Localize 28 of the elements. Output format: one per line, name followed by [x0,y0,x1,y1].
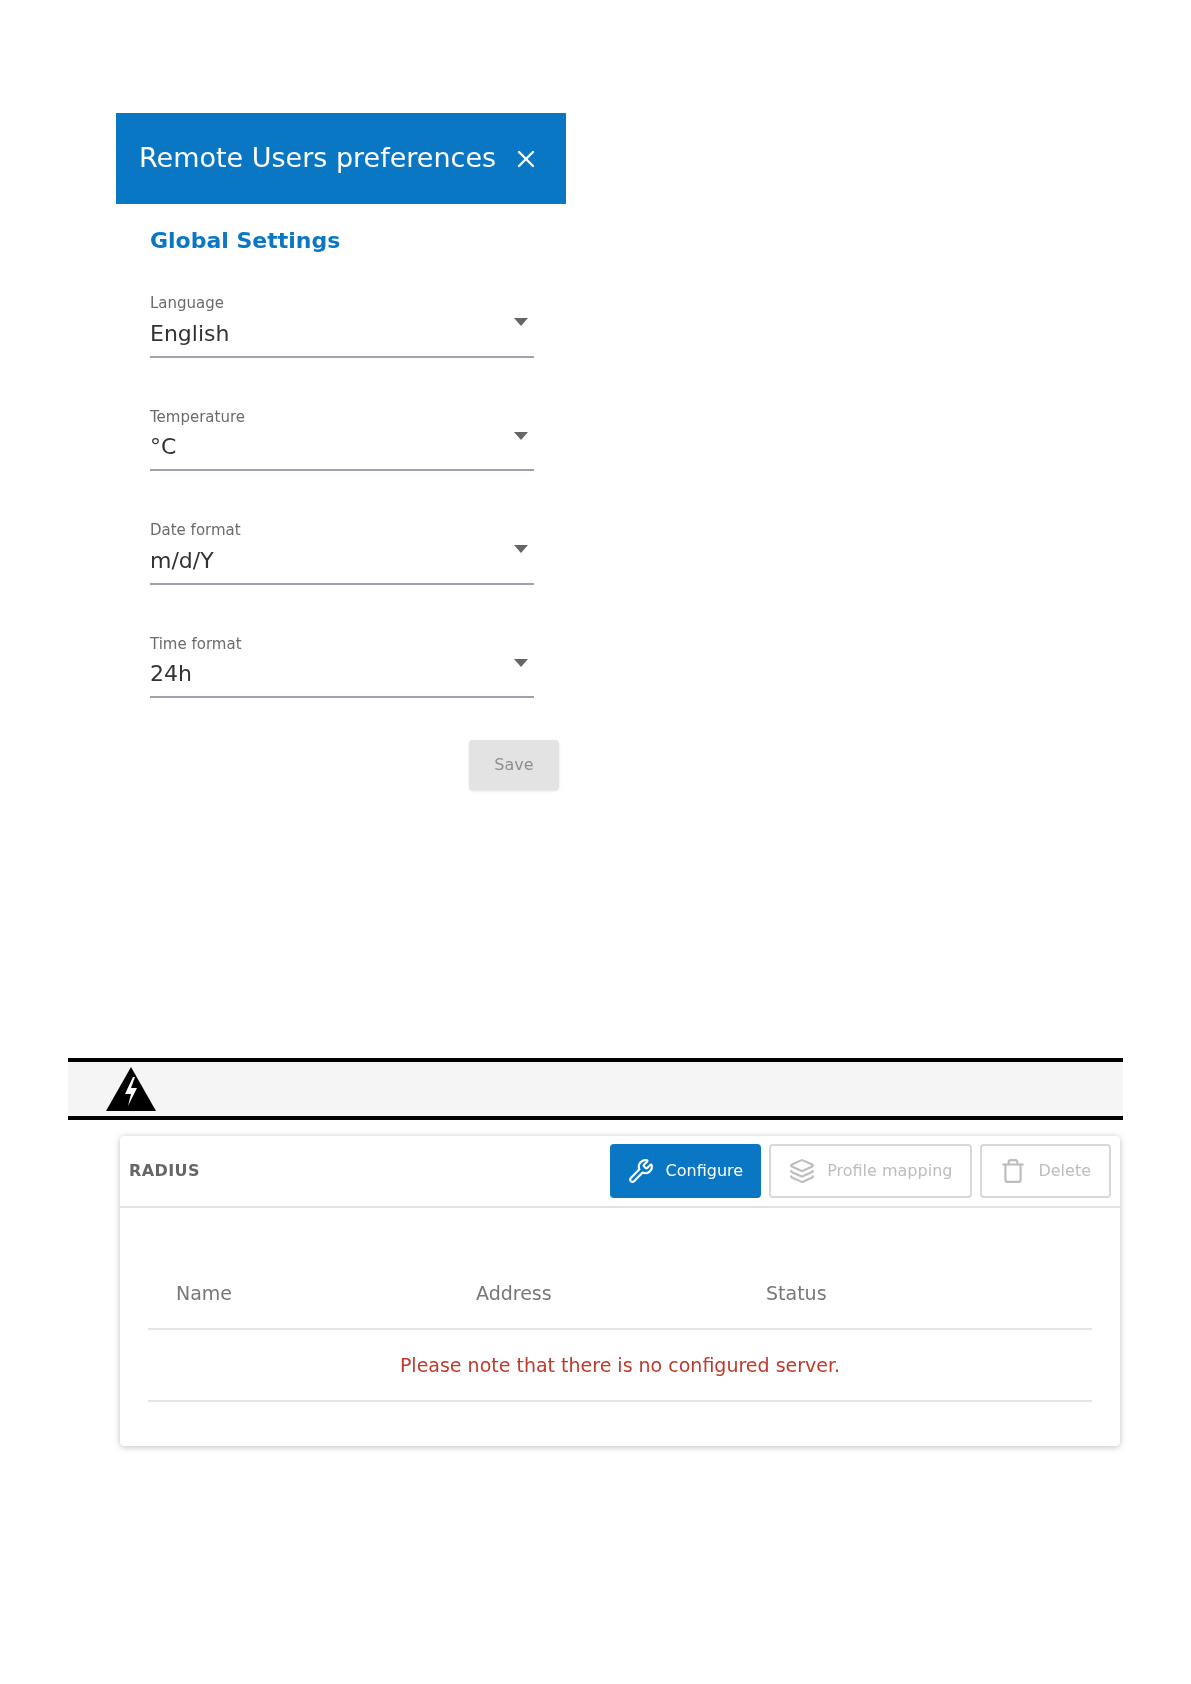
toolbar-button[interactable]: Configure [609,1144,762,1198]
select-field[interactable]: Language English [150,292,534,358]
column-header: Name [176,1280,234,1306]
trash-icon [1000,1158,1027,1184]
field-label: Date format [150,520,242,541]
field-label: Time format [150,633,243,655]
dropdown-caret-icon [514,318,528,326]
field-value: m/d/Y [150,547,214,573]
column-header: Status [766,1280,828,1306]
select-field[interactable]: Temperature °C [150,405,534,471]
column-header: Address [476,1280,553,1306]
dropdown-caret-icon [514,545,528,553]
field-label: Temperature [150,406,247,428]
card-title: RADIUS [129,1160,200,1182]
empty-message: Please note that there is no configured server. [399,1352,841,1378]
field-value: °C [150,434,177,459]
dropdown-caret-icon [514,431,528,440]
layers-icon [789,1158,816,1184]
wrench-icon [627,1158,654,1184]
electrical-warning-icon [106,1067,156,1111]
select-field[interactable]: Date format m/d/Y [150,519,534,585]
select-field[interactable]: Time format 24h [150,632,534,698]
field-value: English [150,320,230,346]
dropdown-caret-icon [514,658,528,667]
field-value: 24h [150,661,192,686]
dialog-title: Remote Users preferences [139,141,497,176]
section-title: Global Settings [150,227,342,255]
field-label: Language [150,293,226,314]
